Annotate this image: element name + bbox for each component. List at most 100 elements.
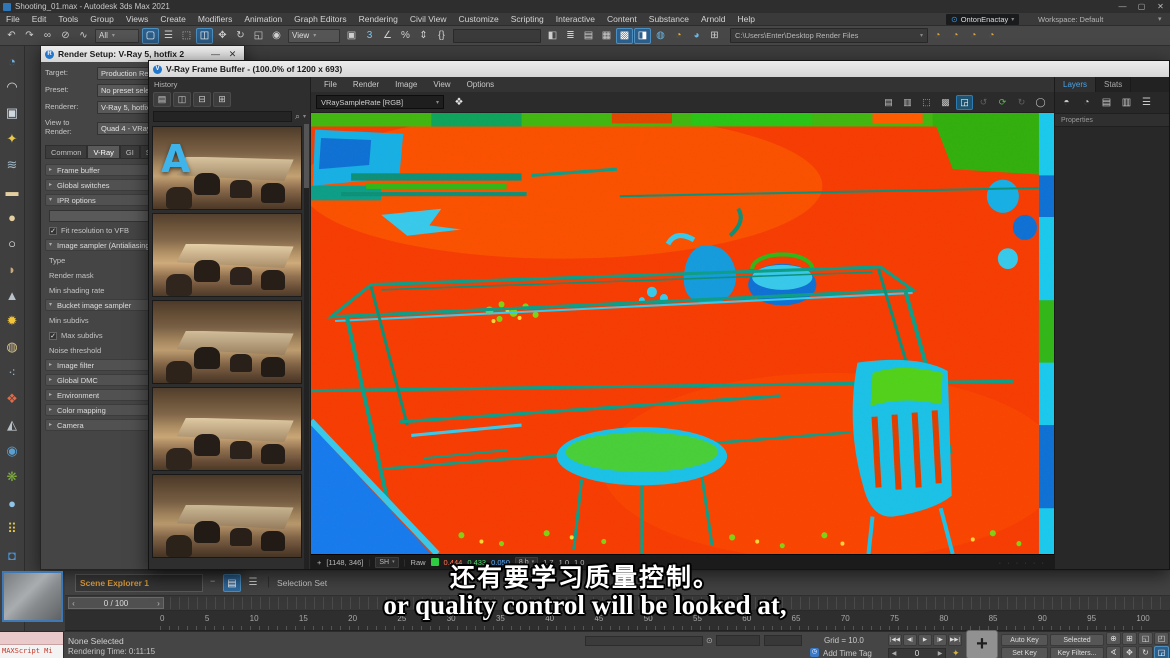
vray-dome-light-icon[interactable]: ○ [0, 230, 24, 256]
save-all-channels-icon[interactable]: ▥ [899, 95, 916, 110]
vray-render-icon[interactable]: ◔ [0, 48, 24, 74]
undo-icon[interactable]: ↶ [3, 28, 20, 44]
go-to-start-button[interactable]: |◀◀ [888, 634, 902, 646]
redo-icon[interactable]: ↷ [21, 28, 38, 44]
zoom-icon[interactable]: ⊕ [1106, 632, 1121, 645]
toggle-ribbon-icon[interactable]: ▦ [598, 28, 615, 44]
menu-item[interactable]: Create [154, 14, 192, 24]
workspace-caret-icon[interactable]: ▾ [1158, 15, 1162, 23]
vray-dome-icon[interactable]: ◠ [0, 74, 24, 100]
vray-scatter-icon[interactable]: ⁖ [0, 360, 24, 386]
menu-item[interactable]: File [0, 14, 26, 24]
orbit-icon[interactable]: ↻ [1138, 646, 1153, 658]
vray-render-preset-icon-2[interactable]: ◔ [947, 28, 964, 44]
vray-frame-icon[interactable]: ▣ [0, 100, 24, 126]
coordinate-x-field[interactable] [716, 635, 760, 646]
history-thumbnail[interactable] [152, 387, 302, 471]
redo-render-icon[interactable]: ↻ [1013, 95, 1030, 110]
history-thumbnail[interactable] [152, 213, 302, 297]
maximize-viewport-icon[interactable]: ◲ [1154, 646, 1169, 658]
select-and-link-icon[interactable]: ∞ [39, 28, 56, 44]
menu-item[interactable]: Modifiers [192, 14, 238, 24]
select-and-place-icon[interactable]: ◉ [268, 28, 285, 44]
render-setup-tab[interactable]: GI [120, 145, 140, 159]
vfb-menu-item[interactable]: View [425, 80, 458, 89]
layer-save-icon[interactable]: ◓ [1057, 94, 1076, 112]
zoom-all-icon[interactable]: ⊞ [1122, 632, 1137, 645]
zoom-extents-all-icon[interactable]: ◰ [1154, 632, 1169, 645]
snap-toggle-icon[interactable]: 3 [361, 28, 378, 44]
current-frame-spinner[interactable]: ◀ 0 ▶ [888, 648, 946, 658]
mirror-icon[interactable]: ◧ [544, 28, 561, 44]
vfb-menu-item[interactable]: File [316, 80, 345, 89]
vray-plane-light-icon[interactable]: ▬ [0, 178, 24, 204]
menu-item[interactable]: Graph Editors [288, 14, 352, 24]
menu-item[interactable]: Arnold [695, 14, 732, 24]
bind-to-space-warp-icon[interactable]: ∿ [75, 28, 92, 44]
follow-mouse-icon[interactable]: ▩ [937, 95, 954, 110]
key-mode-icon[interactable]: ✦ [952, 648, 960, 658]
vray-fur-icon[interactable]: ❋ [0, 464, 24, 490]
coordinate-lock-icon[interactable]: ⊙ [706, 636, 713, 645]
menu-item[interactable]: Help [732, 14, 761, 24]
vray-render-preset-icon-3[interactable]: ◔ [965, 28, 982, 44]
save-image-icon[interactable]: ▤ [880, 95, 897, 110]
menu-item[interactable]: Animation [238, 14, 288, 24]
pan-icon[interactable]: ✥ [1122, 646, 1137, 658]
selection-filter-dropdown[interactable]: All▾ [95, 29, 139, 43]
workspace-selector[interactable]: Workspace: Default [1038, 15, 1103, 24]
menu-item[interactable]: Customize [453, 14, 505, 24]
rectangular-selection-icon[interactable]: ⬚ [178, 28, 195, 44]
align-icon[interactable]: ≣ [562, 28, 579, 44]
select-by-name-icon[interactable]: ☰ [160, 28, 177, 44]
maximize-button[interactable]: ▢ [1132, 2, 1151, 11]
next-frame-button[interactable]: |▶ [933, 634, 947, 646]
menu-item[interactable]: Scripting [505, 14, 550, 24]
set-key-button[interactable]: Set Key [1001, 647, 1048, 658]
previous-frame-button[interactable]: ◀| [903, 634, 917, 646]
render-setup-tab[interactable]: V-Ray [87, 145, 119, 159]
spinner-snap-icon[interactable]: ⇕ [415, 28, 432, 44]
stop-render-icon[interactable]: ◯ [1032, 95, 1049, 110]
layer-folder-icon[interactable]: ▥ [1117, 94, 1136, 112]
go-to-end-button[interactable]: ▶▶| [948, 634, 962, 646]
history-ab-horizontal-icon[interactable]: ◫ [173, 92, 191, 107]
menu-item[interactable]: Substance [643, 14, 695, 24]
select-and-scale-icon[interactable]: ◱ [250, 28, 267, 44]
vray-caustics-icon[interactable]: ≋ [0, 152, 24, 178]
zoom-extents-icon[interactable]: ◱ [1138, 632, 1153, 645]
menu-item[interactable]: Group [84, 14, 120, 24]
coordinate-y-field[interactable] [764, 635, 802, 646]
vray-ies-light-icon[interactable]: ◍ [0, 334, 24, 360]
auto-key-button[interactable]: Auto Key [1001, 634, 1048, 646]
checkbox-checked[interactable]: ✓ [49, 227, 57, 235]
vray-sun-icon[interactable]: ✹ [0, 308, 24, 334]
key-filters-button[interactable]: Key Filters... [1050, 647, 1104, 658]
menu-item[interactable]: Content [601, 14, 643, 24]
grid-icon[interactable]: ⊞ [706, 28, 723, 44]
interactive-render-icon[interactable]: ⟳ [994, 95, 1011, 110]
vray-instancer-icon[interactable]: ⠿ [0, 516, 24, 542]
vray-light-icon[interactable]: ✦ [0, 126, 24, 152]
tab-layers[interactable]: Layers [1055, 77, 1096, 92]
curve-editor-icon[interactable]: ▩ [616, 28, 633, 44]
vray-mesh-light-icon[interactable]: ◗ [0, 256, 24, 282]
layer-create-icon[interactable]: ▤ [1097, 94, 1116, 112]
vray-displacement-icon[interactable]: ◭ [0, 412, 24, 438]
vray-sphere2-icon[interactable]: ● [0, 490, 24, 516]
frame-back-icon[interactable]: ◀ [889, 650, 899, 657]
history-search-input[interactable] [153, 111, 292, 122]
edit-named-selections-icon[interactable]: {} [433, 28, 450, 44]
project-path-field[interactable]: C:\Users\Enter\Desktop Render Files ▾ [730, 28, 928, 43]
close-button[interactable]: ✕ [1151, 2, 1170, 11]
history-thumbnail[interactable] [152, 474, 302, 558]
history-scrollbar[interactable] [304, 124, 309, 569]
color-swatch-icon[interactable]: ❖ [450, 95, 468, 110]
vfb-menu-item[interactable]: Options [459, 80, 503, 89]
select-and-move-icon[interactable]: ✥ [214, 28, 231, 44]
history-thumbnail[interactable] [152, 300, 302, 384]
unlink-selection-icon[interactable]: ⊘ [57, 28, 74, 44]
menu-item[interactable]: Interactive [550, 14, 601, 24]
angle-snap-icon[interactable]: ∠ [379, 28, 396, 44]
vray-earth-icon[interactable]: ◉ [0, 438, 24, 464]
